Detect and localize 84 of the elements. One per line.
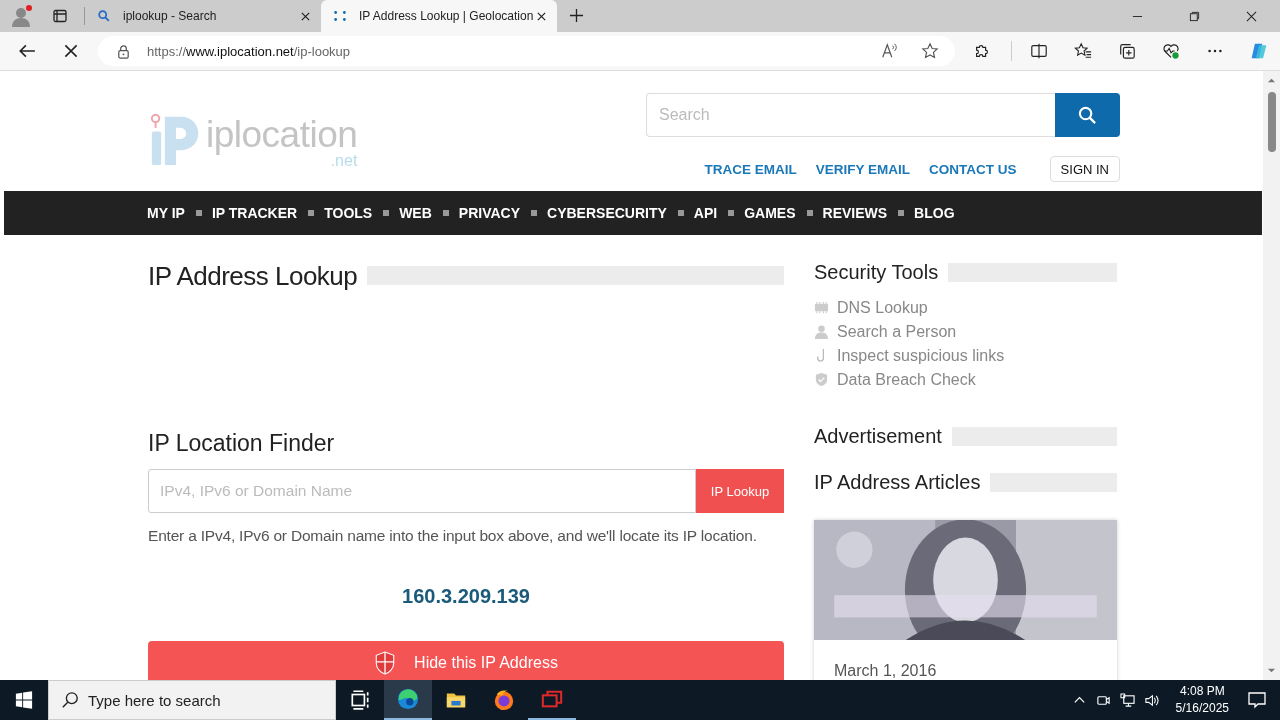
nav-link[interactable]: IP TRACKER xyxy=(211,205,298,221)
collections-icon[interactable] xyxy=(1118,42,1136,60)
header-link[interactable]: CONTACT US xyxy=(929,161,1017,177)
nav-separator xyxy=(308,210,315,216)
split-screen-icon[interactable] xyxy=(1030,42,1048,60)
favorites-icon[interactable] xyxy=(1074,42,1092,60)
taskbar-search-field[interactable]: Type here to search xyxy=(48,680,336,720)
tool-link[interactable]: Data Breach Check xyxy=(837,370,976,389)
page-title: IP Address Lookup xyxy=(148,261,358,292)
nav-link[interactable]: BLOG xyxy=(914,205,955,221)
section-title: IP Address Articles xyxy=(814,471,981,494)
start-icon[interactable] xyxy=(15,691,33,709)
clock[interactable]: 4:08 PM 5/16/2025 xyxy=(1175,683,1229,717)
new-tab-icon[interactable] xyxy=(569,8,584,23)
profile-icon[interactable] xyxy=(10,4,34,28)
close-icon[interactable] xyxy=(1246,11,1257,22)
shield-icon xyxy=(814,372,829,387)
stop-icon[interactable] xyxy=(62,42,80,60)
scroll-up-icon[interactable] xyxy=(1267,76,1276,85)
section-title: Security Tools xyxy=(814,261,939,284)
nav-link[interactable]: MY IP xyxy=(147,205,185,221)
nav-separator xyxy=(195,210,202,216)
section-title: Advertisement xyxy=(814,425,942,448)
browser-tab[interactable]: IP Address Lookup | Geolocation xyxy=(321,0,557,32)
nav-separator xyxy=(806,210,813,216)
network-icon[interactable] xyxy=(1119,692,1135,708)
tab-actions-icon[interactable] xyxy=(52,8,68,24)
sign-in-button[interactable]: SIGN IN xyxy=(1049,156,1120,182)
speaker-icon[interactable] xyxy=(1143,692,1159,708)
nav-separator xyxy=(728,210,735,216)
address-bar[interactable]: https://www.iplocation.net/ip-lookup xyxy=(98,36,955,66)
shield-icon xyxy=(374,651,397,675)
close-icon[interactable] xyxy=(300,10,311,22)
nav-link[interactable]: REVIEWS xyxy=(822,205,888,221)
tool-link[interactable]: DNS Lookup xyxy=(837,298,928,317)
browser-icon xyxy=(397,688,419,710)
nav-link[interactable]: API xyxy=(693,205,718,221)
section-title: IP Location Finder xyxy=(148,430,336,457)
person-icon xyxy=(814,324,829,339)
nav-separator xyxy=(383,210,390,216)
read-aloud-icon[interactable] xyxy=(881,42,899,60)
windows-icon xyxy=(541,688,563,710)
puzzle-icon[interactable] xyxy=(973,42,991,60)
nav-link[interactable]: CYBERSECURITY xyxy=(547,205,667,221)
notification-icon[interactable] xyxy=(1247,690,1267,710)
search-field[interactable]: Search xyxy=(646,93,1055,137)
tool-link[interactable]: Inspect suspicious links xyxy=(837,346,1005,365)
search-button[interactable] xyxy=(1055,93,1120,137)
scroll-down-icon[interactable] xyxy=(1267,666,1276,675)
taskbar-app[interactable] xyxy=(384,680,432,720)
tool-link[interactable]: Search a Person xyxy=(837,322,957,341)
ip-input-field[interactable]: IPv4, IPv6 or Domain Name xyxy=(148,469,696,513)
lock-icon xyxy=(116,43,131,59)
task-view-icon xyxy=(349,689,371,711)
help-text: Enter a IPv4, IPv6 or Domain name into the input box above, and we'll locate its IP location. xyxy=(148,527,758,545)
restore-icon[interactable] xyxy=(1189,11,1200,22)
nav-link[interactable]: GAMES xyxy=(744,205,796,221)
star-icon[interactable] xyxy=(921,42,939,60)
article-date: March 1, 2016 xyxy=(834,662,938,680)
nav-link[interactable]: TOOLS xyxy=(324,205,373,221)
nav-separator xyxy=(442,210,449,216)
header-link[interactable]: VERIFY EMAIL xyxy=(815,161,911,177)
ip-address: 160.3.209.139 xyxy=(402,585,530,608)
scrollbar[interactable] xyxy=(1263,71,1280,680)
health-icon[interactable] xyxy=(1162,42,1180,60)
search-icon xyxy=(61,691,79,709)
nav-link[interactable]: WEB xyxy=(399,205,432,221)
ip-lookup-button[interactable]: IP Lookup xyxy=(696,469,784,513)
browser-tab[interactable]: iplookup - Search xyxy=(85,0,321,32)
back-icon[interactable] xyxy=(18,42,36,60)
search-icon xyxy=(1078,105,1097,125)
copilot-icon[interactable] xyxy=(1250,42,1268,60)
close-icon[interactable] xyxy=(536,10,547,22)
nav-separator xyxy=(677,210,684,216)
loading-icon xyxy=(333,9,347,23)
header-link[interactable]: TRACE EMAIL xyxy=(704,161,797,177)
url-text: https://www.iplocation.net/ip-lookup xyxy=(147,43,352,59)
article-card[interactable]: March 1, 2016 xyxy=(814,520,1117,680)
search-icon xyxy=(97,9,111,23)
nav-separator xyxy=(898,210,905,216)
nav-link[interactable]: PRIVACY xyxy=(458,205,521,221)
scroll-thumb[interactable] xyxy=(1267,92,1276,152)
nav-separator xyxy=(531,210,538,216)
server-icon xyxy=(814,300,829,315)
